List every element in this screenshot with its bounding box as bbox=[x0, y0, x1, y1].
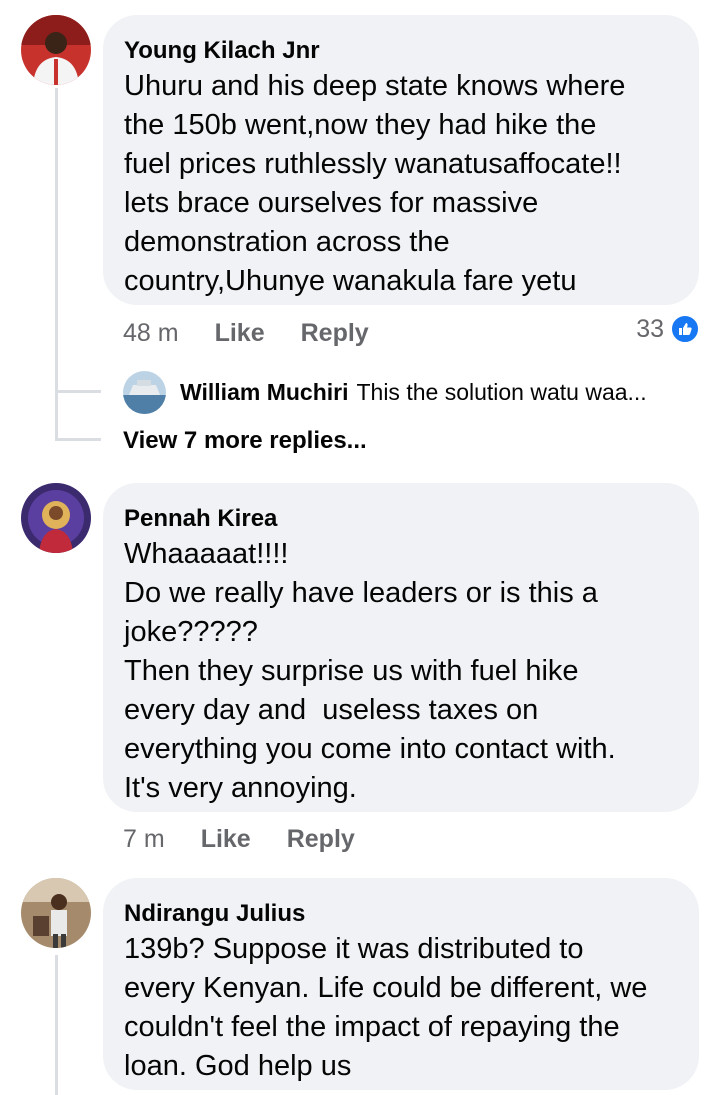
thread-line bbox=[55, 88, 58, 440]
comment-author[interactable]: Young Kilach Jnr bbox=[124, 35, 677, 67]
comment-author[interactable]: Ndirangu Julius bbox=[124, 898, 677, 930]
reply-author[interactable]: William Muchiri bbox=[180, 379, 348, 406]
reply-avatar[interactable] bbox=[123, 370, 166, 414]
comment-text: Uhuru and his deep state knows where the… bbox=[124, 70, 626, 297]
comment-text: 139b? Suppose it was distributed to ever… bbox=[124, 933, 648, 1082]
comment-actions: 7 m Like Reply bbox=[123, 819, 391, 859]
comment-bubble: Pennah Kirea Whaaaaat!!!! Do we really h… bbox=[103, 483, 699, 812]
reply-snippet: This the solution watu waa... bbox=[356, 378, 647, 405]
like-button[interactable]: Like bbox=[201, 825, 251, 854]
view-more-replies-link[interactable]: View 7 more replies... bbox=[123, 427, 367, 455]
comment-actions: 48 m Like Reply bbox=[123, 313, 405, 353]
thumbs-up-icon bbox=[670, 314, 700, 344]
avatar[interactable] bbox=[21, 483, 91, 553]
thread-line bbox=[55, 955, 58, 1095]
reaction-count: 33 bbox=[636, 314, 664, 343]
comment-author[interactable]: Pennah Kirea bbox=[124, 503, 677, 535]
comment-timestamp[interactable]: 48 m bbox=[123, 319, 179, 348]
reply-preview[interactable]: William Muchiri This the solution watu w… bbox=[123, 370, 703, 414]
comment-bubble: Young Kilach Jnr Uhuru and his deep stat… bbox=[103, 15, 699, 305]
reply-button[interactable]: Reply bbox=[287, 825, 355, 854]
thread-branch bbox=[55, 390, 101, 393]
reaction-summary[interactable]: 33 bbox=[636, 314, 700, 344]
like-button[interactable]: Like bbox=[215, 319, 265, 348]
comment-text: Whaaaaat!!!! Do we really have leaders o… bbox=[124, 538, 616, 804]
avatar[interactable] bbox=[21, 15, 91, 85]
avatar[interactable] bbox=[21, 878, 91, 948]
comment-bubble: Ndirangu Julius 139b? Suppose it was dis… bbox=[103, 878, 699, 1090]
thread-branch bbox=[55, 438, 101, 441]
reply-button[interactable]: Reply bbox=[301, 319, 369, 348]
comment-timestamp[interactable]: 7 m bbox=[123, 825, 165, 854]
